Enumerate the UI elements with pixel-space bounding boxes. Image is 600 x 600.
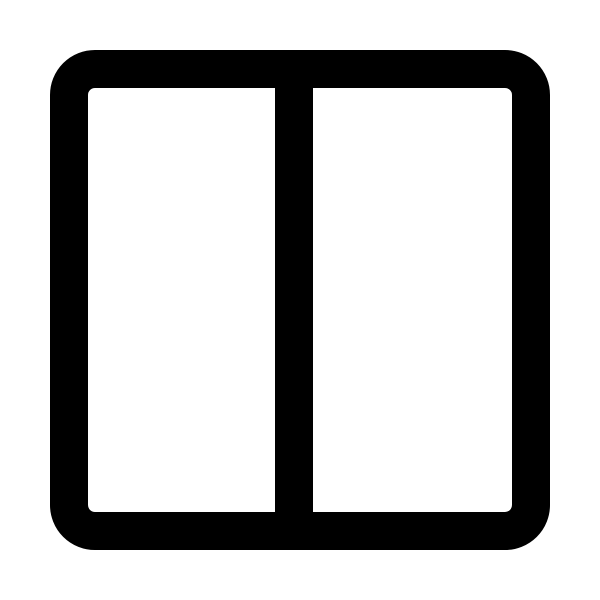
icon-canvas	[0, 0, 600, 600]
center-divider	[275, 69, 313, 531]
split-view-columns-icon	[0, 0, 600, 600]
split-view-svg	[50, 50, 550, 550]
